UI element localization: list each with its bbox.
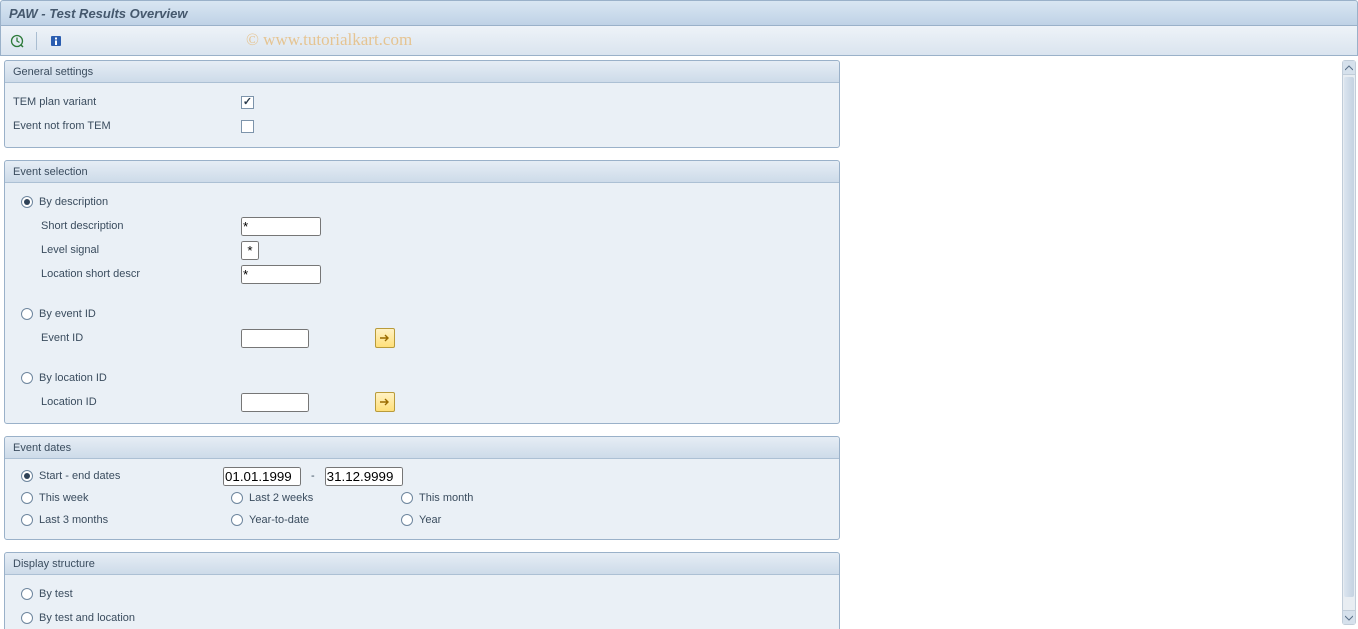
radio-by-location-id[interactable] xyxy=(21,372,33,384)
radio-year[interactable] xyxy=(401,514,413,526)
toolbar-separator xyxy=(36,32,37,50)
event-not-from-tem-checkbox[interactable] xyxy=(241,120,254,133)
window-title: PAW - Test Results Overview xyxy=(9,6,187,21)
execute-button[interactable] xyxy=(7,31,27,51)
by-description-label: By description xyxy=(39,196,108,208)
level-signal-label: Level signal xyxy=(41,244,99,256)
scroll-up-button[interactable] xyxy=(1343,61,1355,75)
scroll-down-button[interactable] xyxy=(1343,610,1355,624)
info-button[interactable] xyxy=(46,31,66,51)
date-range-separator: - xyxy=(307,470,319,482)
window-title-bar: PAW - Test Results Overview xyxy=(0,0,1358,26)
radio-by-event-id[interactable] xyxy=(21,308,33,320)
chevron-up-icon xyxy=(1345,65,1353,71)
end-date-input[interactable] xyxy=(325,467,403,486)
last-3-months-label: Last 3 months xyxy=(39,514,108,526)
chevron-down-icon xyxy=(1345,615,1353,621)
start-date-input[interactable] xyxy=(223,467,301,486)
location-id-multiple-selection-button[interactable] xyxy=(375,392,395,412)
radio-last-2-weeks[interactable] xyxy=(231,492,243,504)
event-id-input[interactable] xyxy=(241,329,309,348)
tem-plan-variant-label: TEM plan variant xyxy=(13,96,96,108)
group-event-dates: Event dates Start - end dates - This wee xyxy=(4,436,840,540)
short-description-input[interactable] xyxy=(241,217,321,236)
vertical-scrollbar[interactable] xyxy=(1342,60,1356,625)
location-id-label: Location ID xyxy=(41,396,97,408)
radio-last-3-months[interactable] xyxy=(21,514,33,526)
short-description-label: Short description xyxy=(41,220,124,232)
group-event-selection: Event selection By description Short des… xyxy=(4,160,840,424)
toolbar xyxy=(0,26,1358,56)
group-header: General settings xyxy=(5,61,839,83)
radio-by-description[interactable] xyxy=(21,196,33,208)
by-event-id-label: By event ID xyxy=(39,308,96,320)
this-month-label: This month xyxy=(419,492,473,504)
group-header: Display structure xyxy=(5,553,839,575)
radio-this-month[interactable] xyxy=(401,492,413,504)
group-header: Event dates xyxy=(5,437,839,459)
tem-plan-variant-checkbox[interactable] xyxy=(241,96,254,109)
this-week-label: This week xyxy=(39,492,89,504)
event-id-multiple-selection-button[interactable] xyxy=(375,328,395,348)
year-label: Year xyxy=(419,514,441,526)
radio-this-week[interactable] xyxy=(21,492,33,504)
year-to-date-label: Year-to-date xyxy=(249,514,309,526)
level-signal-input[interactable] xyxy=(241,241,259,260)
group-header: Event selection xyxy=(5,161,839,183)
by-location-id-label: By location ID xyxy=(39,372,107,384)
clock-execute-icon xyxy=(10,34,24,48)
arrow-right-icon xyxy=(379,397,391,407)
radio-start-end-dates[interactable] xyxy=(21,470,33,482)
event-id-label: Event ID xyxy=(41,332,83,344)
by-test-and-location-label: By test and location xyxy=(39,612,135,624)
radio-by-test-and-location[interactable] xyxy=(21,612,33,624)
location-id-input[interactable] xyxy=(241,393,309,412)
last-2-weeks-label: Last 2 weeks xyxy=(249,492,313,504)
radio-year-to-date[interactable] xyxy=(231,514,243,526)
group-display-structure: Display structure By test By test and lo… xyxy=(4,552,840,629)
scrollbar-thumb[interactable] xyxy=(1344,77,1354,597)
by-test-label: By test xyxy=(39,588,73,600)
group-general-settings: General settings TEM plan variant Event … xyxy=(4,60,840,148)
location-short-descr-input[interactable] xyxy=(241,265,321,284)
arrow-right-icon xyxy=(379,333,391,343)
start-end-dates-label: Start - end dates xyxy=(39,470,120,482)
info-icon xyxy=(49,34,63,48)
location-short-descr-label: Location short descr xyxy=(41,268,140,280)
event-not-from-tem-label: Event not from TEM xyxy=(13,120,111,132)
radio-by-test[interactable] xyxy=(21,588,33,600)
